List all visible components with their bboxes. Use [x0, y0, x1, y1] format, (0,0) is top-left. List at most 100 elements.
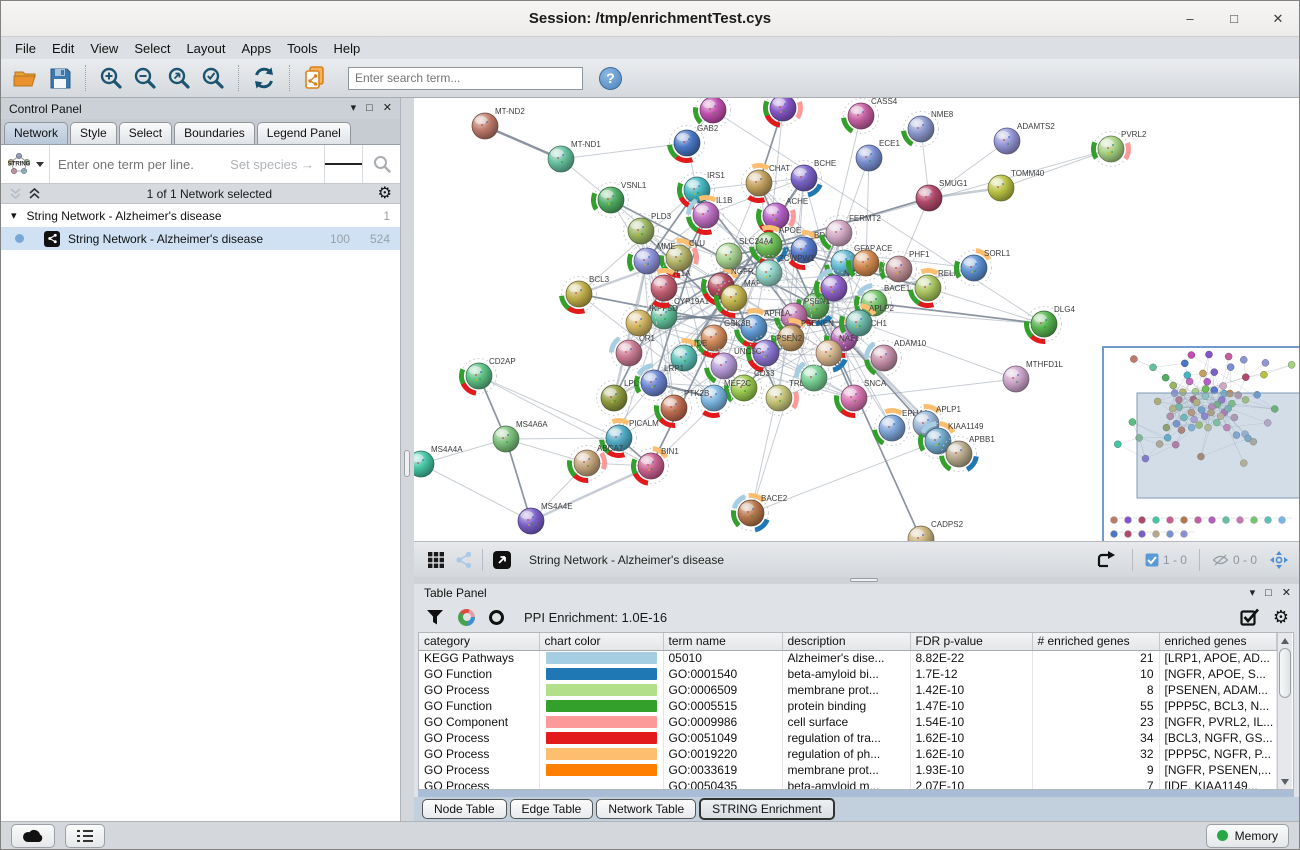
close-button[interactable]: ✕	[1271, 12, 1285, 26]
birds-eye-view[interactable]	[1102, 346, 1300, 541]
table-row[interactable]: GO ProcessGO:0006509membrane prot...1.42…	[419, 682, 1276, 698]
birdseye-viewport[interactable]	[1137, 393, 1299, 498]
ring-chart-icon[interactable]	[489, 610, 504, 625]
network-collection-row[interactable]: ▾ String Network - Alzheimer's disease 1	[1, 204, 400, 227]
network-node[interactable]: BCHE	[787, 159, 837, 196]
expand-all-icon[interactable]	[28, 187, 41, 200]
tab-select[interactable]: Select	[119, 122, 172, 144]
panel-close-icon[interactable]: ✕	[383, 103, 392, 114]
menu-edit[interactable]: Edit	[44, 39, 82, 58]
menu-apps[interactable]: Apps	[234, 39, 280, 58]
network-node[interactable]	[1129, 419, 1136, 426]
birds-eye-graph[interactable]	[1104, 348, 1299, 541]
network-node[interactable]: SORL1	[956, 249, 1010, 286]
maximize-button[interactable]: □	[1227, 12, 1241, 26]
network-node[interactable]	[1225, 353, 1232, 360]
birdseye-toggle-button[interactable]	[1265, 544, 1293, 576]
network-node[interactable]: BCL3	[562, 275, 610, 312]
table-row[interactable]: GO ProcessGO:0050435beta-amyloid m...2.0…	[419, 778, 1276, 790]
network-from-file-button[interactable]	[298, 62, 332, 94]
network-node[interactable]	[1211, 369, 1218, 376]
menu-view[interactable]: View	[82, 39, 126, 58]
network-node[interactable]: CASS4	[844, 98, 898, 134]
network-node[interactable]: CHAT	[742, 164, 791, 201]
network-node[interactable]	[1184, 372, 1191, 379]
network-node[interactable]	[1262, 359, 1269, 366]
network-node[interactable]: MS4A4A	[414, 445, 463, 477]
network-node[interactable]	[1202, 386, 1209, 393]
filter-icon[interactable]	[426, 609, 444, 626]
table-header-row[interactable]: categorychart colorterm namedescriptionF…	[419, 633, 1276, 650]
column-header-category[interactable]: category	[419, 633, 539, 650]
search-input[interactable]	[348, 67, 583, 90]
tab-node-table[interactable]: Node Table	[422, 799, 507, 819]
network-node[interactable]	[1162, 374, 1169, 381]
select-terms-icon[interactable]	[1240, 608, 1259, 626]
network-node[interactable]	[1240, 356, 1247, 363]
column-header-description[interactable]: description	[782, 633, 910, 650]
open-session-button[interactable]	[9, 62, 43, 94]
panel-float-icon[interactable]: □	[1265, 588, 1272, 599]
help-button[interactable]: ?	[599, 67, 622, 90]
tab-network[interactable]: Network	[4, 122, 68, 144]
network-node[interactable]	[1220, 383, 1227, 390]
network-node[interactable]: TOMM40	[988, 169, 1045, 201]
network-node[interactable]: PTK2B	[656, 389, 709, 426]
string-search-button[interactable]	[362, 145, 400, 183]
table-row[interactable]: GO ComponentGO:0009986cell surface1.54E-…	[419, 714, 1276, 730]
table-row[interactable]: KEGG Pathways05010Alzheimer's dise...8.8…	[419, 650, 1276, 666]
detach-view-button[interactable]	[487, 544, 517, 576]
network-node[interactable]: CELF1	[765, 98, 818, 126]
panel-close-icon[interactable]: ✕	[1282, 588, 1291, 599]
network-node[interactable]: CADPS2	[908, 520, 964, 541]
network-node[interactable]	[1205, 351, 1212, 358]
zoom-fit-button[interactable]	[162, 62, 196, 94]
network-node[interactable]	[1288, 361, 1295, 368]
table-row[interactable]: GO FunctionGO:0005515protein binding1.47…	[419, 698, 1276, 714]
network-node[interactable]: ADAMTS2	[994, 122, 1055, 154]
table-row[interactable]: GO ProcessGO:0019220regulation of ph...1…	[419, 746, 1276, 762]
memory-button[interactable]: Memory	[1206, 824, 1289, 848]
table-splitter[interactable]	[414, 577, 1300, 584]
menu-tools[interactable]: Tools	[279, 39, 325, 58]
collapse-all-icon[interactable]	[9, 187, 22, 200]
save-session-button[interactable]	[43, 62, 77, 94]
network-node[interactable]: DLG4	[1026, 305, 1075, 342]
string-query-input[interactable]	[50, 157, 230, 172]
zoom-in-button[interactable]	[94, 62, 128, 94]
grid-view-button[interactable]	[422, 544, 450, 576]
refresh-button[interactable]	[247, 62, 281, 94]
network-node[interactable]: GAB2	[670, 124, 719, 161]
network-node[interactable]: SMUG1	[916, 179, 968, 211]
column-header-term-name[interactable]: term name	[663, 633, 782, 650]
cloud-button[interactable]	[11, 824, 55, 848]
table-row[interactable]: GO ProcessGO:0051049regulation of tra...…	[419, 730, 1276, 746]
zoom-selected-button[interactable]	[196, 62, 230, 94]
network-node[interactable]	[1199, 370, 1206, 377]
export-network-button[interactable]	[1092, 544, 1120, 576]
column-header--enriched-genes[interactable]: # enriched genes	[1032, 633, 1159, 650]
network-node[interactable]	[1150, 364, 1157, 371]
network-node[interactable]	[1114, 441, 1121, 448]
panel-menu-icon[interactable]: ▾	[351, 103, 357, 114]
panel-float-icon[interactable]: □	[366, 103, 373, 114]
network-node[interactable]: CD2AP	[461, 357, 515, 394]
network-node[interactable]: MT-ND1	[548, 140, 601, 172]
splitter-grip[interactable]	[404, 450, 410, 477]
expander-icon[interactable]: ▾	[11, 209, 17, 222]
share-view-button[interactable]	[450, 544, 478, 576]
splitter-grip[interactable]	[850, 578, 878, 582]
menu-help[interactable]: Help	[326, 39, 369, 58]
scrollbar-thumb[interactable]	[1279, 648, 1291, 698]
table-row[interactable]: GO FunctionGO:0001540beta-amyloid bi...1…	[419, 666, 1276, 682]
string-options-button[interactable]	[324, 145, 362, 183]
network-node[interactable]: SNCA	[836, 379, 886, 416]
network-node[interactable]: PVRL2	[1093, 130, 1146, 167]
network-node[interactable]: MT-ND2	[472, 107, 525, 139]
tab-edge-table[interactable]: Edge Table	[510, 799, 594, 819]
network-node[interactable]: RELN	[911, 269, 960, 306]
table-row[interactable]: GO ProcessGO:0033619membrane prot...1.93…	[419, 762, 1276, 778]
network-node[interactable]	[1242, 374, 1249, 381]
panel-menu-icon[interactable]: ▾	[1250, 588, 1256, 599]
settings-gear-icon[interactable]: ⚙	[1273, 609, 1289, 625]
